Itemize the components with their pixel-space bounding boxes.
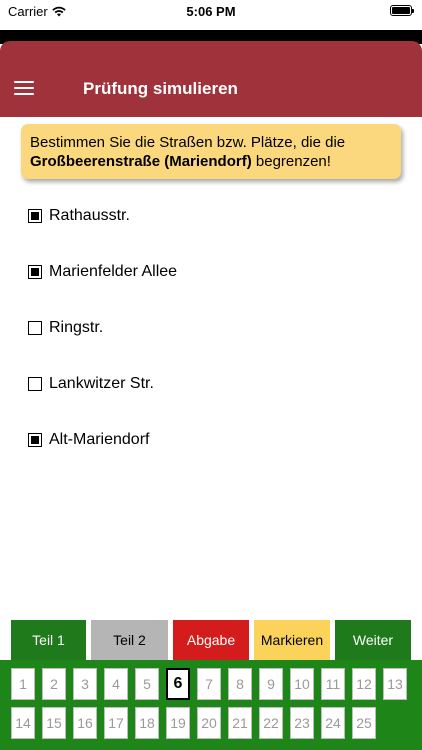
question-number-button[interactable]: 25 xyxy=(352,707,376,739)
answer-option[interactable]: Lankwitzer Str. xyxy=(28,373,154,395)
app-screen: Carrier 5:06 PM Prüfung simulieren Besti… xyxy=(0,0,422,750)
battery-icon xyxy=(390,5,414,16)
checkbox-unchecked-icon[interactable] xyxy=(28,377,42,391)
question-number-button[interactable]: 9 xyxy=(259,668,283,700)
checkbox-unchecked-icon[interactable] xyxy=(28,321,42,335)
question-number-grid: 1 2 3 4 5 6 7 8 9 10 11 12 13 14 15 16 17 18 19 20 21 22 23 24 2… xyxy=(0,660,422,750)
answer-option[interactable]: Rathausstr. xyxy=(28,205,130,227)
question-number-button[interactable]: 21 xyxy=(228,707,252,739)
question-number-button[interactable]: 3 xyxy=(73,668,97,700)
question-number-button[interactable]: 1 xyxy=(11,668,35,700)
answer-option[interactable]: Marienfelder Allee xyxy=(28,261,177,283)
question-number-button[interactable]: 17 xyxy=(104,707,128,739)
question-number-button[interactable]: 24 xyxy=(321,707,345,739)
answer-label: Lankwitzer Str. xyxy=(49,375,154,392)
answer-option[interactable]: Alt-Mariendorf xyxy=(28,429,149,451)
question-number-button[interactable]: 20 xyxy=(197,707,221,739)
bottom-tab-bar: Teil 1 Teil 2 Abgabe Markieren Weiter xyxy=(0,618,422,660)
question-number-button[interactable]: 4 xyxy=(104,668,128,700)
question-text-prefix: Bestimmen Sie die Straßen bzw. Plätze, d… xyxy=(30,134,346,151)
question-number-button[interactable]: 14 xyxy=(11,707,35,739)
answer-label: Marienfelder Allee xyxy=(49,263,178,280)
question-number-button[interactable]: 12 xyxy=(352,668,376,700)
question-number-button[interactable]: 10 xyxy=(290,668,314,700)
question-number-button[interactable]: 19 xyxy=(166,707,190,739)
question-number-button[interactable]: 13 xyxy=(383,668,407,700)
question-number-button[interactable]: 23 xyxy=(290,707,314,739)
app-header: Prüfung simulieren xyxy=(0,41,422,117)
markieren-button[interactable]: Markieren xyxy=(254,620,330,660)
question-number-button[interactable]: 6 xyxy=(166,668,190,700)
weiter-button[interactable]: Weiter xyxy=(335,620,411,660)
answer-label: Alt-Mariendorf xyxy=(49,431,150,448)
checkbox-checked-icon[interactable] xyxy=(28,265,42,279)
question-number-button[interactable]: 8 xyxy=(228,668,252,700)
question-text-highlight: Großbeerenstraße (Mariendorf) xyxy=(30,153,252,170)
question-number-button[interactable]: 2 xyxy=(42,668,66,700)
tab-teil-2[interactable]: Teil 2 xyxy=(91,620,168,660)
question-text-suffix: begrenzen! xyxy=(251,153,331,170)
question-bubble: Bestimmen Sie die Straßen bzw. Plätze, d… xyxy=(21,124,401,179)
question-number-button[interactable]: 18 xyxy=(135,707,159,739)
hamburger-menu-icon[interactable] xyxy=(14,81,34,95)
question-number-button[interactable]: 22 xyxy=(259,707,283,739)
question-number-button[interactable]: 5 xyxy=(135,668,159,700)
answer-option[interactable]: Ringstr. xyxy=(28,317,103,339)
answer-label: Rathausstr. xyxy=(49,207,130,224)
question-number-button[interactable]: 11 xyxy=(321,668,345,700)
checkbox-checked-icon[interactable] xyxy=(28,433,42,447)
question-number-button[interactable]: 7 xyxy=(197,668,221,700)
tab-teil-1[interactable]: Teil 1 xyxy=(11,620,86,660)
question-number-button[interactable]: 16 xyxy=(73,707,97,739)
abgabe-button[interactable]: Abgabe xyxy=(173,620,249,660)
page-title: Prüfung simulieren xyxy=(83,79,238,98)
question-number-button[interactable]: 15 xyxy=(42,707,66,739)
checkbox-checked-icon[interactable] xyxy=(28,209,42,223)
clock: 5:06 PM xyxy=(186,4,236,19)
answer-label: Ringstr. xyxy=(49,319,104,336)
